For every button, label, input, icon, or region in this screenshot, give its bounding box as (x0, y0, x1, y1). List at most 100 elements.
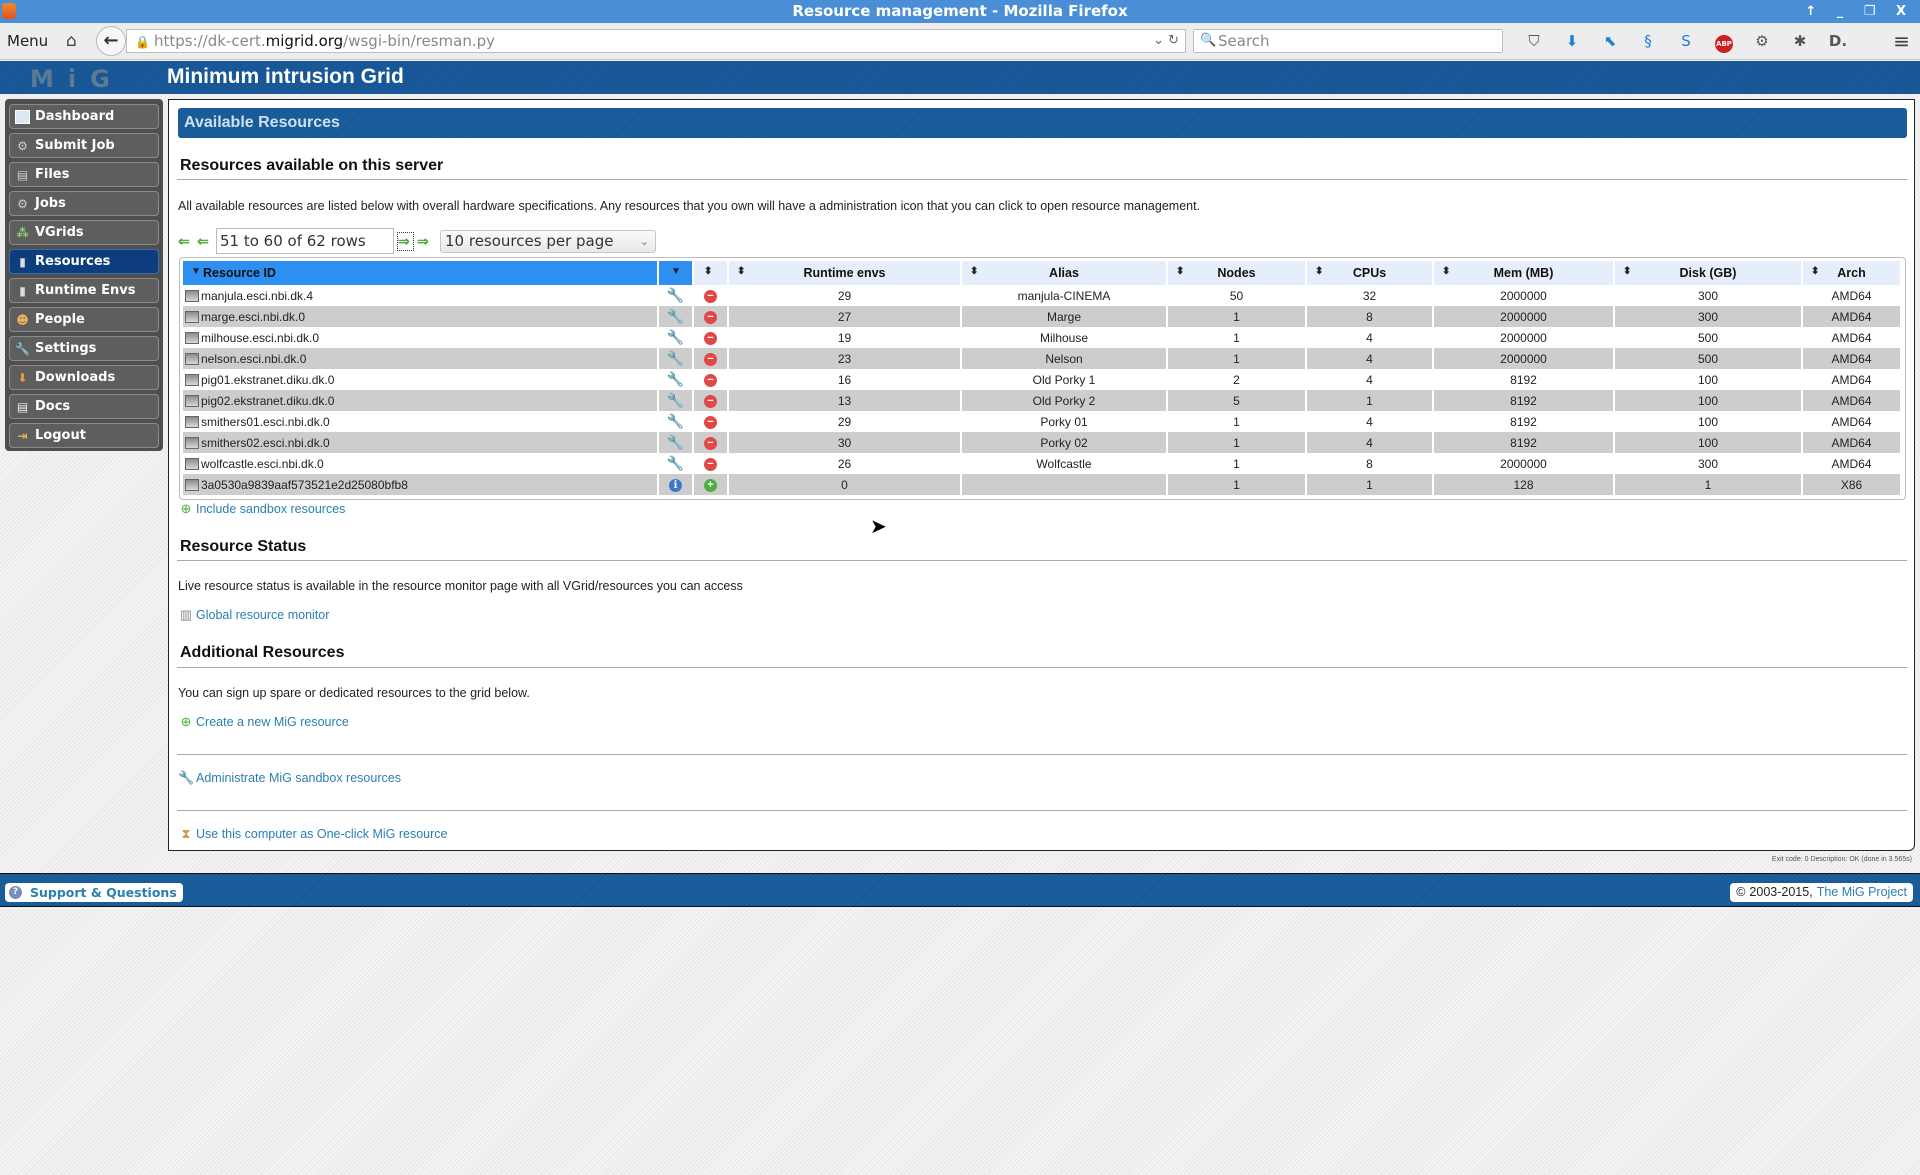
sidebar-item-submit-job[interactable]: ⚙ Submit Job (9, 133, 159, 158)
admin-wrench-icon[interactable]: 🔧 (667, 413, 684, 429)
col-header-mem[interactable]: ⬍ Mem (MB) (1434, 261, 1615, 285)
remove-icon[interactable]: − (704, 437, 717, 450)
mig-project-link[interactable]: The MiG Project (1817, 883, 1907, 902)
include-sandbox-link[interactable]: ⊕ Include sandbox resources (178, 501, 346, 517)
global-monitor-link[interactable]: ▥ Global resource monitor (178, 607, 330, 623)
remove-icon[interactable]: − (704, 416, 717, 429)
prev-page-icon[interactable]: ⇐ (197, 233, 216, 250)
next-page-icon[interactable]: ⇒ (397, 231, 414, 251)
cell-action[interactable]: 🔧 (659, 285, 694, 306)
cell-status[interactable]: − (694, 285, 729, 306)
settings-gear-icon[interactable]: ⚙ (1743, 29, 1781, 53)
cell-resource-id[interactable]: smithers01.esci.nbi.dk.0 (183, 411, 659, 432)
cell-action[interactable]: 🔧 (659, 453, 694, 474)
admin-wrench-icon[interactable]: 🔧 (667, 392, 684, 408)
remove-icon[interactable]: − (704, 458, 717, 471)
url-dropdown-reload[interactable]: ⌄ ↻ (1153, 30, 1179, 52)
pocket-icon[interactable]: ⛉ (1515, 29, 1553, 53)
cell-status[interactable]: − (694, 348, 729, 369)
cell-action[interactable]: 🔧 (659, 348, 694, 369)
remove-icon[interactable]: − (704, 311, 717, 324)
admin-wrench-icon[interactable]: 🔧 (667, 350, 684, 366)
back-button[interactable]: ← (96, 26, 126, 56)
sidebar-item-people[interactable]: ☻ People (9, 307, 159, 332)
cell-status[interactable]: − (694, 432, 729, 453)
cell-resource-id[interactable]: wolfcastle.esci.nbi.dk.0 (183, 453, 659, 474)
hamburger-menu-icon[interactable]: ≡ (1893, 29, 1910, 53)
cell-resource-id[interactable]: pig02.ekstranet.diku.dk.0 (183, 390, 659, 411)
cell-resource-id[interactable]: pig01.ekstranet.diku.dk.0 (183, 369, 659, 390)
col-header-runtime-envs[interactable]: ⬍ Runtime envs (729, 261, 962, 285)
sidebar-item-resources[interactable]: ▮ Resources (9, 249, 159, 274)
cell-status[interactable]: − (694, 453, 729, 474)
sidebar-item-settings[interactable]: 🔧 Settings (9, 336, 159, 361)
sidebar-item-vgrids[interactable]: ⁂ VGrids (9, 220, 159, 245)
support-questions-button[interactable]: ? Support & Questions (5, 883, 183, 902)
admin-wrench-icon[interactable]: 🔧 (667, 371, 684, 387)
sidebar-item-jobs[interactable]: ⚙ Jobs (9, 191, 159, 216)
admin-wrench-icon[interactable]: 🔧 (667, 455, 684, 471)
cell-action[interactable]: 🔧 (659, 411, 694, 432)
cell-action[interactable]: 🔧 (659, 369, 694, 390)
cell-resource-id[interactable]: manjula.esci.nbi.dk.4 (183, 285, 659, 306)
sidebar-item-docs[interactable]: ▤ Docs (9, 394, 159, 419)
admin-wrench-icon[interactable]: 🔧 (667, 434, 684, 450)
extension-icon[interactable]: ✱ (1781, 29, 1819, 53)
remove-icon[interactable]: − (704, 395, 717, 408)
cell-resource-id[interactable]: marge.esci.nbi.dk.0 (183, 306, 659, 327)
remove-icon[interactable]: − (704, 332, 717, 345)
cell-status[interactable]: − (694, 369, 729, 390)
sidebar-item-files[interactable]: ▤ Files (9, 162, 159, 187)
url-bar[interactable]: 🔒 https://dk-cert.migrid.org/wsgi-bin/res… (126, 29, 1186, 53)
col-header-alias[interactable]: ⬍ Alias (962, 261, 1168, 285)
remove-icon[interactable]: − (704, 374, 717, 387)
home-icon[interactable]: ⌂ (66, 31, 77, 51)
cell-resource-id[interactable]: milhouse.esci.nbi.dk.0 (183, 327, 659, 348)
last-page-icon[interactable]: ⇒ (417, 233, 436, 250)
create-resource-link[interactable]: ⊕ Create a new MiG resource (178, 714, 349, 730)
cell-status[interactable]: − (694, 411, 729, 432)
remove-icon[interactable]: − (704, 353, 717, 366)
add-icon[interactable]: + (704, 479, 717, 492)
sidebar-item-dashboard[interactable]: Dashboard (9, 104, 159, 129)
cell-action[interactable]: 🔧 (659, 390, 694, 411)
col-header-disk[interactable]: ⬍ Disk (GB) (1615, 261, 1803, 285)
admin-wrench-icon[interactable]: 🔧 (667, 308, 684, 324)
first-page-icon[interactable]: ⇐ (178, 233, 197, 250)
s-addon-icon[interactable]: S (1667, 29, 1705, 53)
col-header-nodes[interactable]: ⬍ Nodes (1168, 261, 1307, 285)
cell-action[interactable]: i (659, 474, 694, 495)
sidebar-item-logout[interactable]: ⇥ Logout (9, 423, 159, 448)
col-header-action[interactable]: ▼ (659, 261, 694, 285)
mig-logo[interactable]: MiG (30, 65, 124, 93)
window-controls[interactable]: ↑ _ ❐ X (1805, 0, 1914, 23)
addon-icon[interactable]: § (1629, 29, 1667, 53)
per-page-select[interactable]: 10 resources per page ⌄ (440, 229, 656, 253)
cell-status[interactable]: + (694, 474, 729, 495)
cell-status[interactable]: − (694, 390, 729, 411)
menu-button[interactable]: Menu (7, 32, 48, 50)
cell-resource-id[interactable]: smithers02.esci.nbi.dk.0 (183, 432, 659, 453)
download-icon[interactable]: ⬇ (1553, 29, 1591, 53)
admin-wrench-icon[interactable]: 🔧 (667, 287, 684, 303)
col-header-arch[interactable]: ⬍ Arch (1803, 261, 1902, 285)
remove-icon[interactable]: − (704, 290, 717, 303)
cell-action[interactable]: 🔧 (659, 432, 694, 453)
col-header-cpus[interactable]: ⬍ CPUs (1307, 261, 1434, 285)
d-addon-icon[interactable]: D. (1819, 29, 1857, 53)
cell-resource-id[interactable]: 3a0530a9839aaf573521e2d25080bfb8 (183, 474, 659, 495)
cell-status[interactable]: − (694, 327, 729, 348)
one-click-resource-link[interactable]: ⧗ Use this computer as One-click MiG reso… (178, 826, 447, 842)
admin-sandbox-link[interactable]: 🔧 Administrate MiG sandbox resources (178, 770, 401, 786)
admin-wrench-icon[interactable]: 🔧 (667, 329, 684, 345)
cell-action[interactable]: 🔧 (659, 306, 694, 327)
cell-status[interactable]: − (694, 306, 729, 327)
cell-resource-id[interactable]: nelson.esci.nbi.dk.0 (183, 348, 659, 369)
sidebar-item-runtime-envs[interactable]: ▮ Runtime Envs (9, 278, 159, 303)
cursor-tool-icon[interactable]: ⬉ (1591, 29, 1629, 53)
info-icon[interactable]: i (669, 479, 682, 492)
col-header-resource-id[interactable]: ▼ Resource ID (183, 261, 659, 285)
col-header-status[interactable]: ⬍ (694, 261, 729, 285)
sidebar-item-downloads[interactable]: ⬇ Downloads (9, 365, 159, 390)
search-input[interactable]: 🔍 Search (1193, 29, 1503, 53)
